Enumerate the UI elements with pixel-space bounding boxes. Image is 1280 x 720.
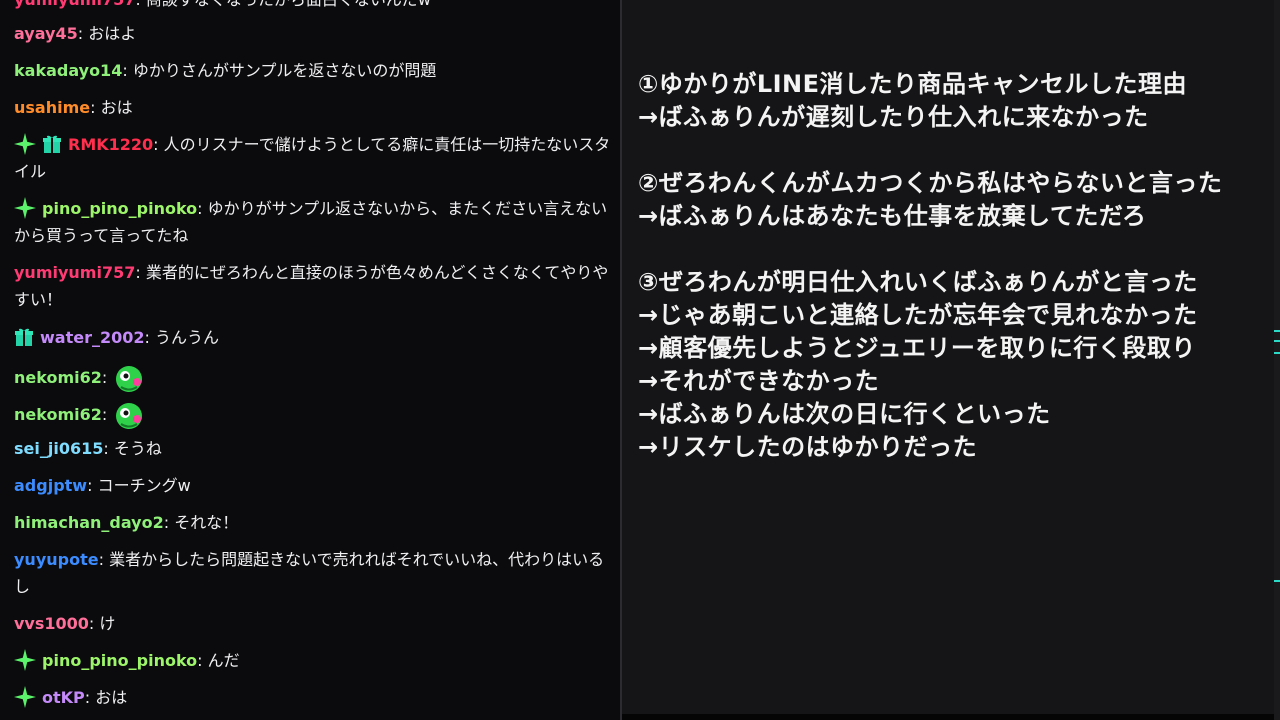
chat-username[interactable]: water_2002 (40, 328, 145, 347)
chat-message: usahime: おは (14, 98, 133, 117)
chat-message: kakadayo14: ゆかりさんがサンプルを返さないのが問題 (14, 61, 437, 80)
chat-message: nekomi62: (14, 398, 612, 432)
chat-username[interactable]: otKP (42, 688, 85, 707)
sparkle-badge-icon[interactable] (14, 197, 36, 219)
chat-message: yuyupote: 業者からしたら問題起きないで売れればそれでいいね、代わりはい… (14, 550, 605, 596)
chat-username[interactable]: pino_pino_pinoko (42, 199, 197, 218)
chat-username[interactable]: nekomi62 (14, 405, 102, 424)
chat-username[interactable]: RMK1220 (68, 135, 153, 154)
edge-strip (1274, 0, 1280, 720)
note-line: →じゃあ朝こいと連絡したが忘年会で見れなかった (638, 301, 1198, 329)
chat-username[interactable]: vvs1000 (14, 614, 89, 633)
chat-text: んだ (207, 651, 240, 670)
chat-message: pino_pino_pinoko: んだ (14, 647, 612, 674)
chat-message: yumiyumi757: 商談すなくなったから面白くないんだw (14, 0, 612, 13)
chat-message: yumiyumi757: 業者的にぜろわんと直接のほうが色々めんどくさくなくてや… (14, 263, 609, 309)
chat-text: おはよ (88, 24, 137, 43)
sparkle-badge-icon[interactable] (14, 686, 36, 708)
gift-badge-icon[interactable] (42, 134, 62, 154)
chat-username[interactable]: usahime (14, 98, 90, 117)
chat-message: RMK1220: 人のリスナーで儲けようとしてる癖に責任は一切持たないスタイル (14, 133, 611, 181)
chat-message: otKP: おは (14, 684, 612, 711)
green-creature-emote-icon[interactable] (113, 361, 147, 395)
chat-username[interactable]: yuyupote (14, 550, 99, 569)
chat-message: himachan_dayo2: それな！ (14, 513, 239, 532)
note-line: →顧客優先しようとジュエリーを取りに行く段取り (638, 334, 1196, 362)
green-creature-emote-icon[interactable] (113, 398, 147, 432)
note-line: →ばふぁりんは次の日に行くといった (638, 400, 1051, 428)
chat-message: sei_ji0615: そうね (14, 439, 162, 458)
chat-text: コーチングw (97, 476, 191, 495)
note-line: →ばふぁりんが遅刻したり仕入れに来なかった (638, 103, 1149, 131)
chat-text: そうね (113, 439, 162, 458)
chat-text: それな！ (174, 513, 239, 532)
chat-message: adgjptw: コーチングw (14, 476, 191, 495)
note-line: →それができなかった (638, 367, 880, 395)
chat-username[interactable]: nekomi62 (14, 368, 102, 387)
chat-text: 商談すなくなったから面白くないんだw (146, 0, 431, 9)
chat-username[interactable]: adgjptw (14, 476, 87, 495)
chat-username[interactable]: himachan_dayo2 (14, 513, 164, 532)
note-line: →ばふぁりんはあなたも仕事を放棄してただろ (638, 202, 1147, 230)
sparkle-badge-icon[interactable] (14, 133, 36, 155)
chat-text: おは (100, 98, 133, 117)
note-line: →リスケしたのはゆかりだった (638, 433, 978, 461)
chat-message: ayay45: おはよ (14, 24, 137, 43)
chat-text: け (99, 614, 116, 633)
gift-badge-icon[interactable] (14, 327, 34, 347)
note-line: ②ぜろわんくんがムカつくから私はやらないと言った (638, 169, 1223, 197)
sparkle-badge-icon[interactable] (14, 649, 36, 671)
chat-text: おは (95, 688, 128, 707)
chat-text: ゆかりさんがサンプルを返さないのが問題 (132, 61, 437, 80)
note-line: ③ぜろわんが明日仕入れいくばふぁりんがと言った (638, 268, 1198, 296)
chat-panel: yumiyumi757: 商談すなくなったから面白くないんだw ayay45: … (0, 0, 620, 720)
chat-message: water_2002: うんうん (14, 324, 612, 351)
chat-username[interactable]: yumiyumi757 (14, 0, 135, 9)
chat-username[interactable]: kakadayo14 (14, 61, 122, 80)
chat-message: vvs1000: け (14, 614, 116, 633)
chat-message: pino_pino_pinoko: ゆかりがサンプル返さないから、またください言… (14, 197, 608, 245)
chat-username[interactable]: pino_pino_pinoko (42, 651, 197, 670)
notes-panel: ①ゆかりがLINE消したり商品キャンセルした理由 →ばふぁりんが遅刻したり仕入れ… (622, 0, 1280, 714)
chat-username[interactable]: yumiyumi757 (14, 263, 135, 282)
note-line: ①ゆかりがLINE消したり商品キャンセルした理由 (638, 70, 1188, 98)
chat-username[interactable]: ayay45 (14, 24, 78, 43)
chat-text: うんうん (154, 328, 219, 347)
bottom-bar (622, 714, 1280, 720)
chat-username[interactable]: sei_ji0615 (14, 439, 103, 458)
chat-message: nekomi62: (14, 361, 612, 395)
